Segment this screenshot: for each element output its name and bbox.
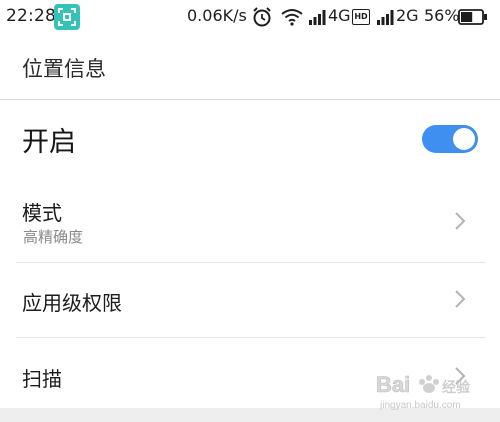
wifi-icon [280, 8, 304, 30]
row-sublabel: 高精确度 [23, 228, 84, 246]
alarm-icon [252, 6, 272, 32]
row-divider [16, 262, 486, 263]
watermark-url: jingyan.baidu.com [379, 400, 461, 411]
chevron-right-icon [454, 289, 466, 313]
signal-icon-2 [376, 8, 396, 30]
status-time: 22:28 [6, 6, 56, 26]
hd-badge: HD [352, 9, 370, 25]
status-bar: 22:28 0.06K/s 4G HD 2G 56% [0, 0, 500, 34]
signal-icon [308, 8, 328, 30]
enable-label: 开启 [22, 127, 76, 158]
baidu-watermark: Bai 经验 jingyan.baidu.com [372, 364, 492, 412]
scan-app-icon [54, 4, 80, 30]
row-label: 扫描 [22, 367, 62, 391]
page-title: 位置信息 [22, 57, 106, 81]
network-type-1: 4G [328, 6, 351, 25]
network-speed: 0.06K/s [187, 6, 247, 25]
battery-icon [458, 9, 488, 29]
toggle-knob [453, 128, 475, 150]
battery-percent: 56% [424, 6, 460, 25]
watermark-brand: Bai [376, 372, 410, 397]
watermark-brand-2: 经验 [442, 380, 470, 396]
row-label: 应用级权限 [22, 291, 122, 315]
row-label: 模式 [22, 201, 62, 225]
row-divider [16, 337, 486, 338]
paw-icon [419, 375, 439, 393]
network-type-2: 2G [396, 6, 419, 25]
location-toggle[interactable] [422, 125, 478, 153]
header-divider [0, 99, 500, 100]
chevron-right-icon [454, 211, 466, 235]
